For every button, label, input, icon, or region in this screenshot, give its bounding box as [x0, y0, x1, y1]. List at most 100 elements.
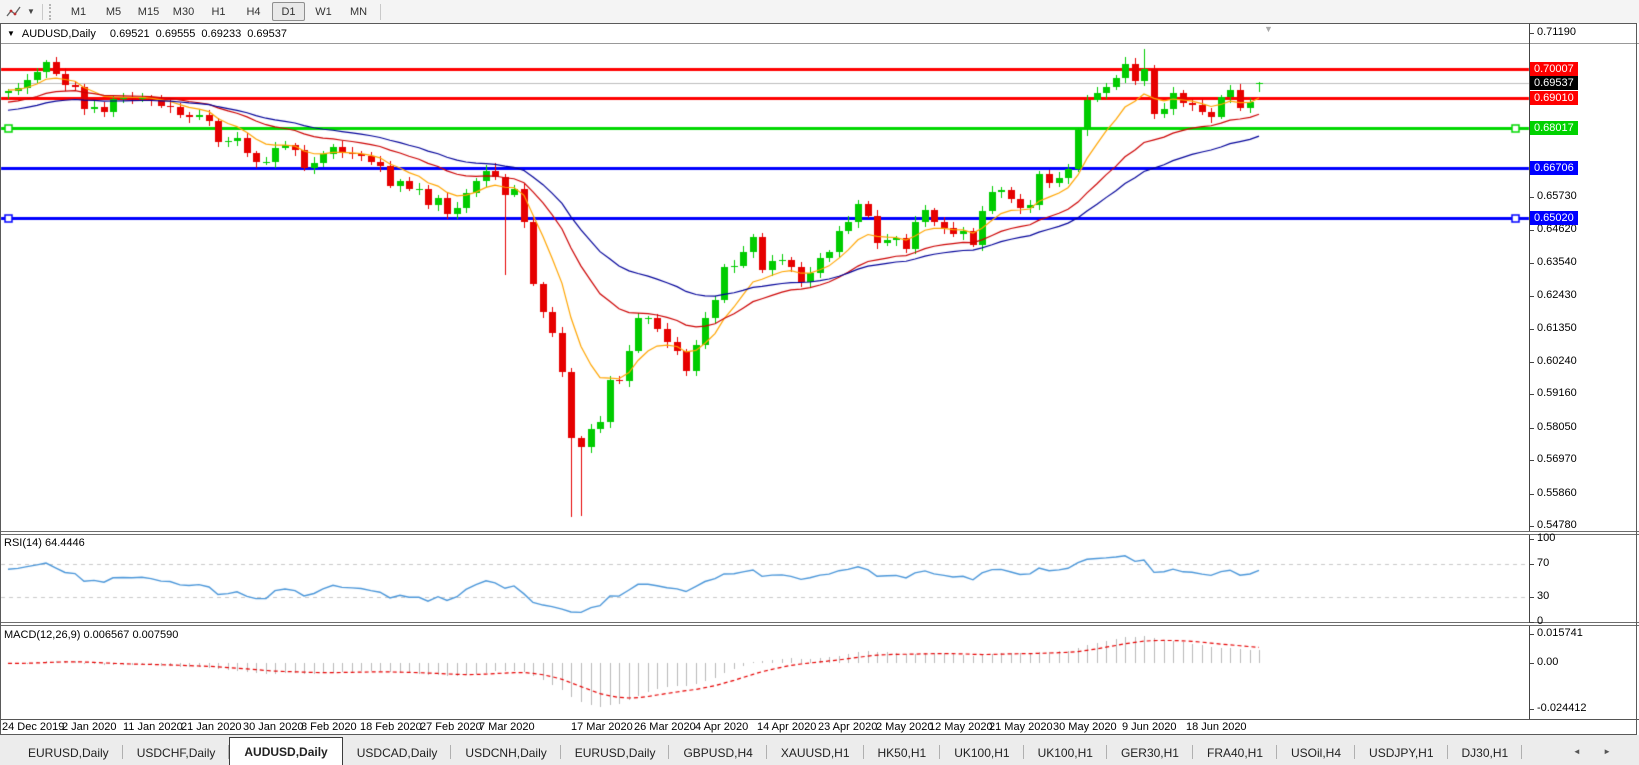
price-badge-support-level[interactable]: 0.65020 [1530, 211, 1578, 225]
rsi-axis-tick-mark [1529, 597, 1534, 598]
macd-axis-tick-label: 0.00 [1537, 656, 1559, 668]
price-badge-support-level[interactable]: 0.66706 [1530, 161, 1578, 175]
timeframe-button-mn[interactable]: MN [342, 2, 375, 21]
chart-tab-audusd-daily[interactable]: AUDUSD,Daily [229, 737, 343, 765]
chart-tab-gbpusd-h4[interactable]: GBPUSD,H4 [669, 740, 768, 765]
timeframe-button-w1[interactable]: W1 [307, 2, 340, 21]
tab-scroll-left-icon[interactable]: ◄ [1573, 747, 1591, 756]
macd-signal-value: 0.007590 [132, 629, 179, 641]
rsi-axis-tick-label: 70 [1537, 557, 1550, 569]
pane-separator-macd[interactable] [0, 622, 1639, 626]
chart-tab-dj30-h1[interactable]: DJ30,H1 [1448, 740, 1523, 765]
rsi-axis-tick-label: 100 [1537, 532, 1556, 544]
time-axis-label: 30 May 2020 [1053, 721, 1117, 733]
price-axis-tick-mark [1529, 33, 1534, 34]
timeframe-button-m1[interactable]: M1 [62, 2, 95, 21]
price-axis-tick-mark [1529, 197, 1534, 198]
chart-symbol-label: AUDUSD,Daily [21, 27, 96, 40]
price-badge-support-level[interactable]: 0.68017 [1530, 121, 1578, 135]
pane-separator-rsi[interactable] [0, 531, 1639, 535]
macd-axis-tick-mark [1529, 663, 1534, 664]
time-axis-label: 30 Jan 2020 [243, 721, 304, 733]
time-axis-label: 11 Jan 2020 [123, 721, 183, 733]
chart-tab-usdcad-daily[interactable]: USDCAD,Daily [343, 740, 452, 765]
time-axis-label: 18 Feb 2020 [360, 721, 422, 733]
time-axis-label: 21 May 2020 [989, 721, 1053, 733]
rsi-axis-tick-mark [1529, 564, 1534, 565]
rsi-current-value: 64.4446 [44, 537, 85, 549]
time-axis-label: 14 Apr 2020 [757, 721, 817, 733]
chart-tab-eurusd-daily[interactable]: EURUSD,Daily [561, 740, 670, 765]
toolbar-separator [380, 3, 381, 20]
symbol-dropdown-icon[interactable]: ▼ [7, 29, 15, 38]
ohlc-low-value: 0.69233 [201, 27, 242, 40]
tab-scroll-arrows: ◄ ► [1573, 747, 1621, 756]
price-axis-tick-mark [1529, 296, 1534, 297]
tab-scroll-right-icon[interactable]: ► [1603, 747, 1621, 756]
price-axis-tick-label: 0.63540 [1537, 256, 1577, 268]
price-axis-tick-mark [1529, 230, 1534, 231]
chart-tabs-bar: EURUSD,Daily USDCHF,Daily AUDUSD,Daily USDC… [0, 735, 1639, 765]
rsi-label-text: RSI(14) [4, 537, 42, 549]
macd-axis-tick-mark [1529, 634, 1534, 635]
time-axis-label: 17 Mar 2020 [571, 721, 633, 733]
price-axis-tick-mark [1529, 494, 1534, 495]
price-axis-tick-label: 0.56970 [1537, 453, 1577, 465]
chart-tab-fra40-h1[interactable]: FRA40,H1 [1193, 740, 1278, 765]
chart-tool-dropdown-caret[interactable]: ▼ [24, 7, 38, 16]
macd-main-value: 0.006567 [83, 629, 130, 641]
chart-tabs: EURUSD,Daily USDCHF,Daily AUDUSD,Daily USDC… [14, 737, 1522, 765]
chart-tab-eurusd-daily[interactable]: EURUSD,Daily [14, 740, 123, 765]
price-chart-canvas[interactable] [0, 0, 1639, 765]
price-axis-tick-label: 0.62430 [1537, 289, 1577, 301]
price-axis-tick-label: 0.61350 [1537, 322, 1577, 334]
chart-tab-uk100-h1[interactable]: UK100,H1 [1024, 740, 1108, 765]
price-axis-tick-label: 0.58050 [1537, 421, 1577, 433]
chart-tab-usdchf-daily[interactable]: USDCHF,Daily [123, 740, 230, 765]
chart-shift-marker-icon[interactable]: ▼ [1264, 24, 1273, 34]
chart-tab-xauusd-h1[interactable]: XAUUSD,H1 [767, 740, 864, 765]
timeframe-button-d1[interactable]: D1 [272, 2, 305, 21]
chart-tab-ger30-h1[interactable]: GER30,H1 [1107, 740, 1194, 765]
price-axis-tick-mark [1529, 460, 1534, 461]
time-axis-label: 7 Mar 2020 [479, 721, 535, 733]
toolbar-grip-handle[interactable] [49, 3, 55, 20]
price-axis-tick-label: 0.60240 [1537, 355, 1577, 367]
timeframe-button-h4[interactable]: H4 [237, 2, 270, 21]
chart-tab-hk50-h1[interactable]: HK50,H1 [864, 740, 941, 765]
time-axis-label: 12 May 2020 [929, 721, 993, 733]
rsi-indicator-label: RSI(14) 64.4446 [4, 537, 85, 549]
chart-tab-usoil-h4[interactable]: USOil,H4 [1277, 740, 1356, 765]
chart-tab-usdjpy-h1[interactable]: USDJPY,H1 [1355, 740, 1449, 765]
price-badge-resistance-level[interactable]: 0.70007 [1530, 62, 1578, 76]
price-badge-resistance-level[interactable]: 0.69010 [1530, 91, 1578, 105]
time-axis-label: 26 Mar 2020 [634, 721, 696, 733]
timeframe-button-m5[interactable]: M5 [97, 2, 130, 21]
price-axis-tick-label: 0.71190 [1537, 26, 1576, 38]
chart-line-tool-icon[interactable] [4, 3, 24, 21]
time-axis-label: 2 May 2020 [876, 721, 934, 733]
price-axis-tick-mark [1529, 394, 1534, 395]
macd-indicator-label: MACD(12,26,9) 0.006567 0.007590 [4, 629, 178, 641]
macd-pane-bottom-border [0, 719, 1639, 720]
timeframe-button-h1[interactable]: H1 [202, 2, 235, 21]
rsi-axis-tick-mark [1529, 539, 1534, 540]
price-axis-tick-label: 0.59160 [1537, 387, 1577, 399]
timeframe-button-m15[interactable]: M15 [132, 2, 165, 21]
price-axis-tick-label: 0.55860 [1537, 487, 1577, 499]
chart-tab-uk100-h1[interactable]: UK100,H1 [940, 740, 1024, 765]
macd-axis-tick-label: 0.015741 [1537, 627, 1583, 639]
time-axis-label: 4 Apr 2020 [695, 721, 749, 733]
price-badge-current-price[interactable]: 0.69537 [1530, 76, 1578, 90]
chart-tab-usdcnh-daily[interactable]: USDCNH,Daily [451, 740, 562, 765]
rsi-axis-tick-label: 0 [1537, 615, 1544, 627]
price-axis-tick-mark [1529, 329, 1534, 330]
timeframe-button-group: M1 M5 M15 M30 H1 H4 D1 W1 MN [61, 2, 376, 21]
price-axis-tick-mark [1529, 428, 1534, 429]
time-axis-label: 9 Jun 2020 [1122, 721, 1177, 733]
time-axis-label: 21 Jan 2020 [181, 721, 242, 733]
title-divider [0, 43, 1639, 44]
ohlc-high-value: 0.69555 [155, 27, 196, 40]
macd-axis-tick-mark [1529, 709, 1534, 710]
timeframe-button-m30[interactable]: M30 [167, 2, 200, 21]
